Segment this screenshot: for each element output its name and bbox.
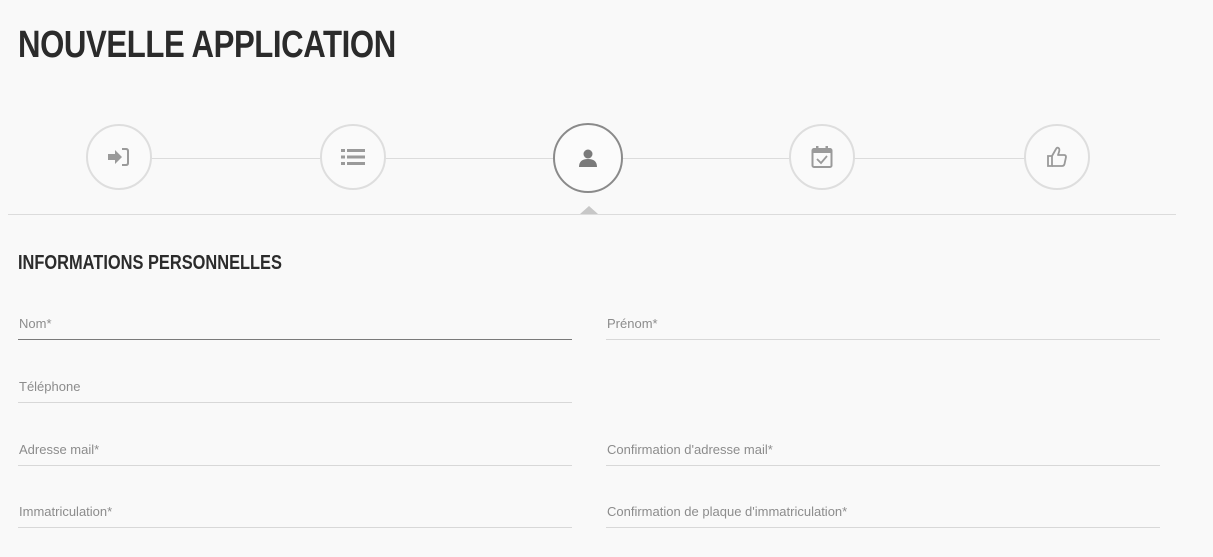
- telephone-field: [18, 372, 572, 403]
- calendar-check-icon: [811, 146, 833, 168]
- email-confirm-field: [606, 435, 1160, 466]
- nom-input[interactable]: [18, 309, 572, 337]
- email-confirm-input[interactable]: [606, 435, 1160, 463]
- page-title: NOUVELLE APPLICATION: [18, 24, 396, 66]
- stepper-divider: [8, 214, 1176, 215]
- immatriculation-confirm-input[interactable]: [606, 497, 1160, 525]
- telephone-input[interactable]: [18, 372, 572, 400]
- step-calendar[interactable]: [789, 124, 855, 190]
- email-input[interactable]: [18, 435, 572, 463]
- immatriculation-input[interactable]: [18, 497, 572, 525]
- section-title: INFORMATIONS PERSONNELLES: [18, 252, 282, 274]
- progress-stepper: [0, 120, 1213, 220]
- list-icon: [341, 149, 365, 165]
- prenom-field: [606, 309, 1160, 340]
- user-icon: [579, 149, 597, 167]
- immatriculation-field: [18, 497, 572, 528]
- step-sign-in[interactable]: [86, 124, 152, 190]
- step-user[interactable]: [553, 123, 623, 193]
- step-list[interactable]: [320, 124, 386, 190]
- thumbs-up-icon: [1047, 146, 1067, 167]
- email-field: [18, 435, 572, 466]
- immatriculation-confirm-field: [606, 497, 1160, 528]
- step-confirm[interactable]: [1024, 124, 1090, 190]
- active-step-pointer: [580, 206, 598, 214]
- nom-field: [18, 309, 572, 340]
- prenom-input[interactable]: [606, 309, 1160, 337]
- sign-in-icon: [108, 148, 129, 166]
